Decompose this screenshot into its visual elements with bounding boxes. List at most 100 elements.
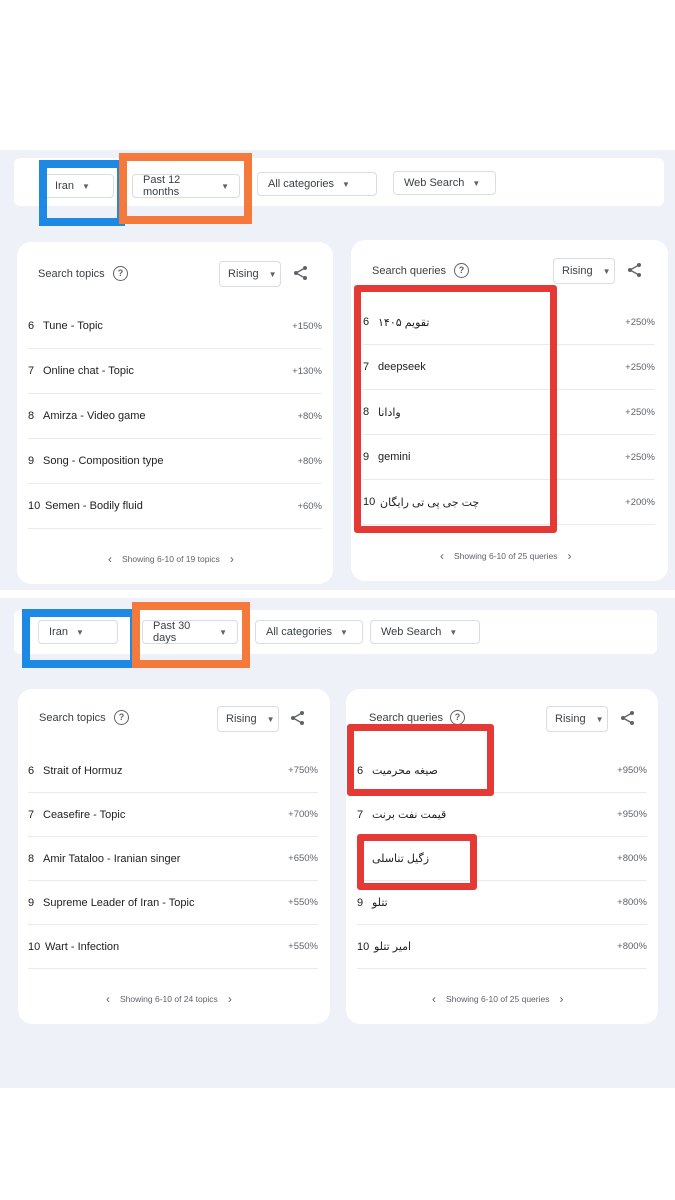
highlight-box-queries xyxy=(354,285,557,533)
chevron-right-icon[interactable]: › xyxy=(228,992,232,1006)
rank-number: 9 xyxy=(357,896,364,909)
category-label: All categories xyxy=(268,178,335,190)
rising-value: +550% xyxy=(288,941,318,952)
rising-value: +800% xyxy=(617,941,647,952)
card-title: Search topics xyxy=(39,712,106,724)
category-dropdown[interactable]: All categories ▼ xyxy=(257,172,377,196)
rising-value: +250% xyxy=(625,406,655,418)
highlight-box-time-range xyxy=(119,153,252,224)
rising-label: Rising xyxy=(228,268,259,280)
help-icon[interactable]: ? xyxy=(113,266,128,281)
share-icon[interactable] xyxy=(620,710,636,726)
dropdown-arrow-icon: ▼ xyxy=(472,178,481,188)
rank-number: 9 xyxy=(28,896,35,909)
pagination: ‹ Showing 6-10 of 24 topics › xyxy=(106,992,232,1006)
list-item[interactable]: 10 امیر تتلو +800% xyxy=(357,925,647,969)
rank-number: 7 xyxy=(357,808,364,821)
chevron-left-icon[interactable]: ‹ xyxy=(108,552,112,566)
rank-number: 8 xyxy=(28,852,35,865)
help-icon[interactable]: ? xyxy=(114,710,129,725)
item-label: Song - Composition type xyxy=(43,455,164,467)
rising-value: +60% xyxy=(297,500,322,512)
dropdown-arrow-icon: ▼ xyxy=(449,627,458,637)
chevron-right-icon[interactable]: › xyxy=(230,552,234,566)
item-label: امیر تتلو xyxy=(374,941,412,953)
help-icon[interactable]: ? xyxy=(450,710,465,725)
search-type-dropdown[interactable]: Web Search ▼ xyxy=(370,620,480,644)
rank-number: 7 xyxy=(28,365,35,377)
rank-number: 10 xyxy=(28,500,41,512)
chevron-left-icon[interactable]: ‹ xyxy=(432,992,436,1006)
item-label: Supreme Leader of Iran - Topic xyxy=(43,896,195,909)
item-label: Semen - Bodily fluid xyxy=(45,500,143,512)
rank-number: 9 xyxy=(28,455,35,467)
item-label: تتلو xyxy=(372,897,388,909)
rising-dropdown[interactable]: Rising ▼ xyxy=(553,258,615,284)
search-type-dropdown[interactable]: Web Search ▼ xyxy=(393,171,496,195)
rising-value: +550% xyxy=(288,897,318,908)
rising-value: +200% xyxy=(625,496,655,508)
help-icon[interactable]: ? xyxy=(454,263,469,278)
rising-value: +800% xyxy=(617,853,647,864)
pagination: ‹ Showing 6-10 of 19 topics › xyxy=(108,552,234,566)
dropdown-arrow-icon: ▼ xyxy=(266,714,275,724)
item-label: Amir Tataloo - Iranian singer xyxy=(43,852,181,865)
chevron-right-icon[interactable]: › xyxy=(560,992,564,1006)
highlight-box-region xyxy=(39,160,125,226)
rank-number: 10 xyxy=(28,940,41,953)
rank-number: 7 xyxy=(28,808,35,821)
item-label: Wart - Infection xyxy=(45,940,120,953)
chevron-left-icon[interactable]: ‹ xyxy=(106,992,110,1006)
item-label: قیمت نفت برنت xyxy=(372,809,447,821)
item-label: Ceasefire - Topic xyxy=(43,808,126,821)
share-icon[interactable] xyxy=(293,265,309,281)
list-item[interactable]: 7 Ceasefire - Topic +700% xyxy=(28,793,318,837)
share-icon[interactable] xyxy=(290,710,306,726)
item-label: Amirza - Video game xyxy=(43,410,146,422)
pagination-label: Showing 6-10 of 25 queries xyxy=(446,994,550,1004)
card-title: Search queries xyxy=(369,712,443,724)
rank-number: 10 xyxy=(357,940,370,953)
highlight-box-time-range xyxy=(132,602,250,668)
share-icon[interactable] xyxy=(627,262,643,278)
list-item[interactable]: 7 Online chat - Topic +130% xyxy=(28,349,322,394)
list-item[interactable]: 9 Song - Composition type +80% xyxy=(28,439,322,484)
rising-value: +250% xyxy=(625,361,655,373)
rising-value: +700% xyxy=(288,809,318,820)
list-item[interactable]: 8 Amirza - Video game +80% xyxy=(28,394,322,439)
search-type-label: Web Search xyxy=(404,177,465,189)
list-item[interactable]: 6 Strait of Hormuz +750% xyxy=(28,749,318,793)
rising-value: +130% xyxy=(292,365,322,377)
search-type-label: Web Search xyxy=(381,626,442,638)
highlight-box-query-6 xyxy=(347,724,494,796)
rising-dropdown[interactable]: Rising ▼ xyxy=(219,261,281,287)
item-label: Strait of Hormuz xyxy=(43,764,123,777)
card-title: Search topics xyxy=(38,268,105,280)
pagination-label: Showing 6-10 of 24 topics xyxy=(120,994,218,1004)
chevron-right-icon[interactable]: › xyxy=(568,549,572,563)
list-item[interactable]: 10 Wart - Infection +550% xyxy=(28,925,318,969)
dropdown-arrow-icon: ▼ xyxy=(342,179,350,189)
rising-dropdown[interactable]: Rising ▼ xyxy=(217,706,279,732)
rank-number: 6 xyxy=(28,764,35,777)
category-dropdown[interactable]: All categories ▼ xyxy=(255,620,363,644)
rising-value: +950% xyxy=(617,809,647,820)
list-item[interactable]: 8 Amir Tataloo - Iranian singer +650% xyxy=(28,837,318,881)
rising-value: +80% xyxy=(297,410,322,422)
rising-label: Rising xyxy=(555,713,586,725)
rising-dropdown[interactable]: Rising ▼ xyxy=(546,706,608,732)
rising-value: +800% xyxy=(617,897,647,908)
list-item[interactable]: 6 Tune - Topic +150% xyxy=(28,304,322,349)
rising-label: Rising xyxy=(226,713,257,725)
item-label: Online chat - Topic xyxy=(43,365,134,377)
rising-label: Rising xyxy=(562,265,593,277)
dropdown-arrow-icon: ▼ xyxy=(602,266,611,276)
chevron-left-icon[interactable]: ‹ xyxy=(440,549,444,563)
dropdown-arrow-icon: ▼ xyxy=(595,714,604,724)
list-item[interactable]: 9 Supreme Leader of Iran - Topic +550% xyxy=(28,881,318,925)
highlight-box-query-8 xyxy=(357,834,477,890)
highlight-box-region xyxy=(22,609,138,668)
list-item[interactable]: 7 قیمت نفت برنت +950% xyxy=(357,793,647,837)
list-item[interactable]: 10 Semen - Bodily fluid +60% xyxy=(28,484,322,529)
rank-number: 6 xyxy=(28,320,35,332)
